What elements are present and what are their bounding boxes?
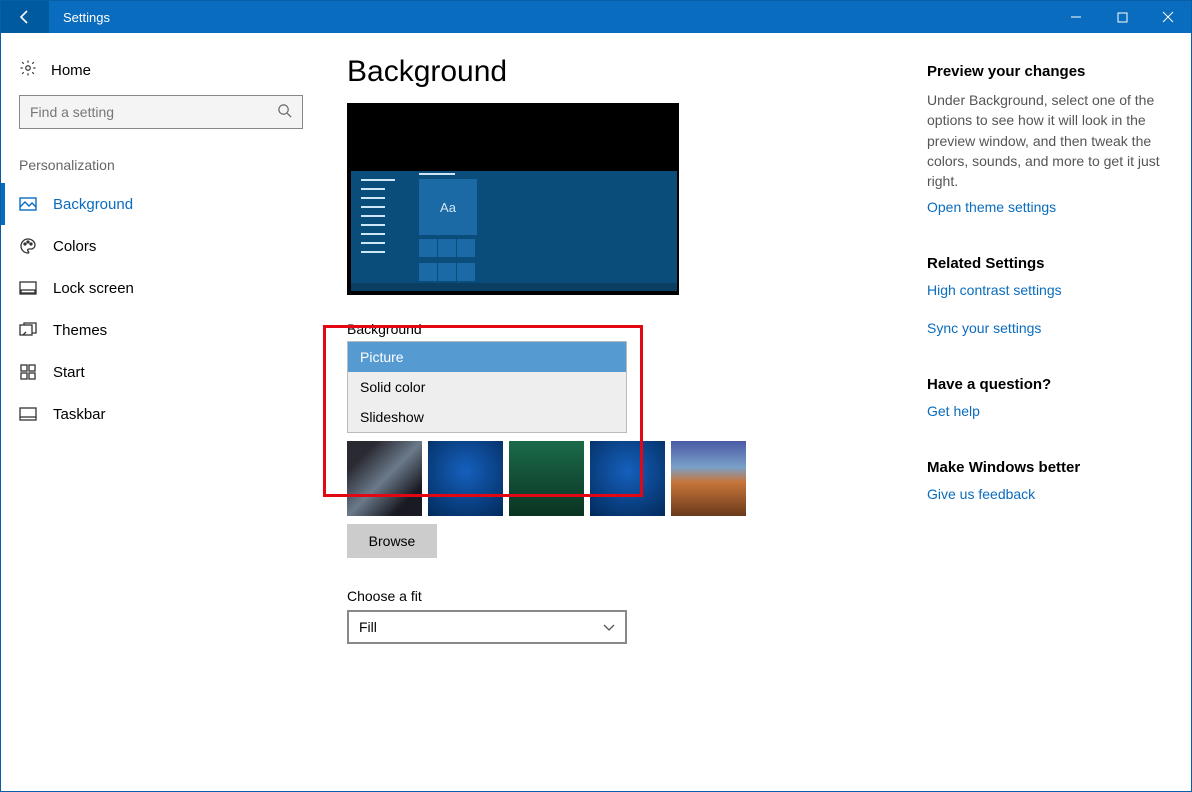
sidebar-item-start[interactable]: Start [1, 351, 321, 393]
close-button[interactable] [1145, 1, 1191, 33]
picture-icon [19, 195, 37, 213]
dropdown-option-slideshow[interactable]: Slideshow [348, 402, 626, 432]
right-body: Under Background, select one of the opti… [927, 90, 1169, 191]
preview-sample-text: Aa [419, 179, 477, 235]
home-label: Home [51, 62, 91, 79]
sidebar-item-label: Background [53, 196, 133, 213]
picture-thumbnails [347, 441, 897, 516]
right-pane: Preview your changes Under Background, s… [927, 33, 1191, 791]
dropdown-option-solidcolor[interactable]: Solid color [348, 372, 626, 402]
browse-button[interactable]: Browse [347, 524, 437, 558]
search-icon [277, 103, 292, 121]
sidebar-item-lockscreen[interactable]: Lock screen [1, 267, 321, 309]
sidebar: Home Personalization Background Colors [1, 33, 321, 791]
section-heading: Personalization [1, 147, 321, 183]
right-heading: Preview your changes [927, 63, 1169, 80]
sidebar-item-background[interactable]: Background [1, 183, 321, 225]
background-thumb[interactable] [347, 441, 422, 516]
right-heading: Related Settings [927, 255, 1169, 272]
fit-dropdown[interactable]: Fill [347, 610, 627, 644]
main-content: Background Aa Background Picture Solid c… [321, 33, 927, 791]
gear-icon [19, 59, 37, 81]
background-thumb[interactable] [428, 441, 503, 516]
sidebar-item-label: Colors [53, 238, 96, 255]
maximize-button[interactable] [1099, 1, 1145, 33]
back-button[interactable] [1, 1, 49, 33]
link-open-theme-settings[interactable]: Open theme settings [927, 199, 1169, 215]
palette-icon [19, 237, 37, 255]
link-give-feedback[interactable]: Give us feedback [927, 486, 1169, 502]
fit-label: Choose a fit [347, 588, 897, 604]
link-high-contrast[interactable]: High contrast settings [927, 282, 1169, 298]
start-icon [19, 363, 37, 381]
search-box[interactable] [19, 95, 303, 129]
minimize-button[interactable] [1053, 1, 1099, 33]
link-sync-settings[interactable]: Sync your settings [927, 320, 1169, 336]
background-dropdown-open[interactable]: Picture Solid color Slideshow [347, 341, 627, 433]
background-dropdown-label: Background [347, 321, 897, 337]
window-title: Settings [63, 10, 110, 25]
right-heading: Make Windows better [927, 459, 1169, 476]
sidebar-item-label: Taskbar [53, 406, 106, 423]
lockscreen-icon [19, 279, 37, 297]
background-preview: Aa [347, 103, 679, 295]
background-thumb[interactable] [509, 441, 584, 516]
window-controls [1053, 1, 1191, 33]
titlebar: Settings [1, 1, 1191, 33]
link-get-help[interactable]: Get help [927, 403, 1169, 419]
sidebar-item-label: Start [53, 364, 85, 381]
taskbar-icon [19, 405, 37, 423]
themes-icon [19, 321, 37, 339]
sidebar-item-label: Themes [53, 322, 107, 339]
sidebar-item-colors[interactable]: Colors [1, 225, 321, 267]
chevron-down-icon [603, 619, 615, 635]
fit-value: Fill [359, 619, 377, 635]
background-thumb[interactable] [671, 441, 746, 516]
right-heading: Have a question? [927, 376, 1169, 393]
dropdown-option-picture[interactable]: Picture [348, 342, 626, 372]
sidebar-item-label: Lock screen [53, 280, 134, 297]
page-title: Background [347, 55, 897, 89]
background-thumb[interactable] [590, 441, 665, 516]
search-input[interactable] [30, 104, 277, 120]
home-nav[interactable]: Home [1, 51, 321, 95]
sidebar-item-themes[interactable]: Themes [1, 309, 321, 351]
sidebar-item-taskbar[interactable]: Taskbar [1, 393, 321, 435]
